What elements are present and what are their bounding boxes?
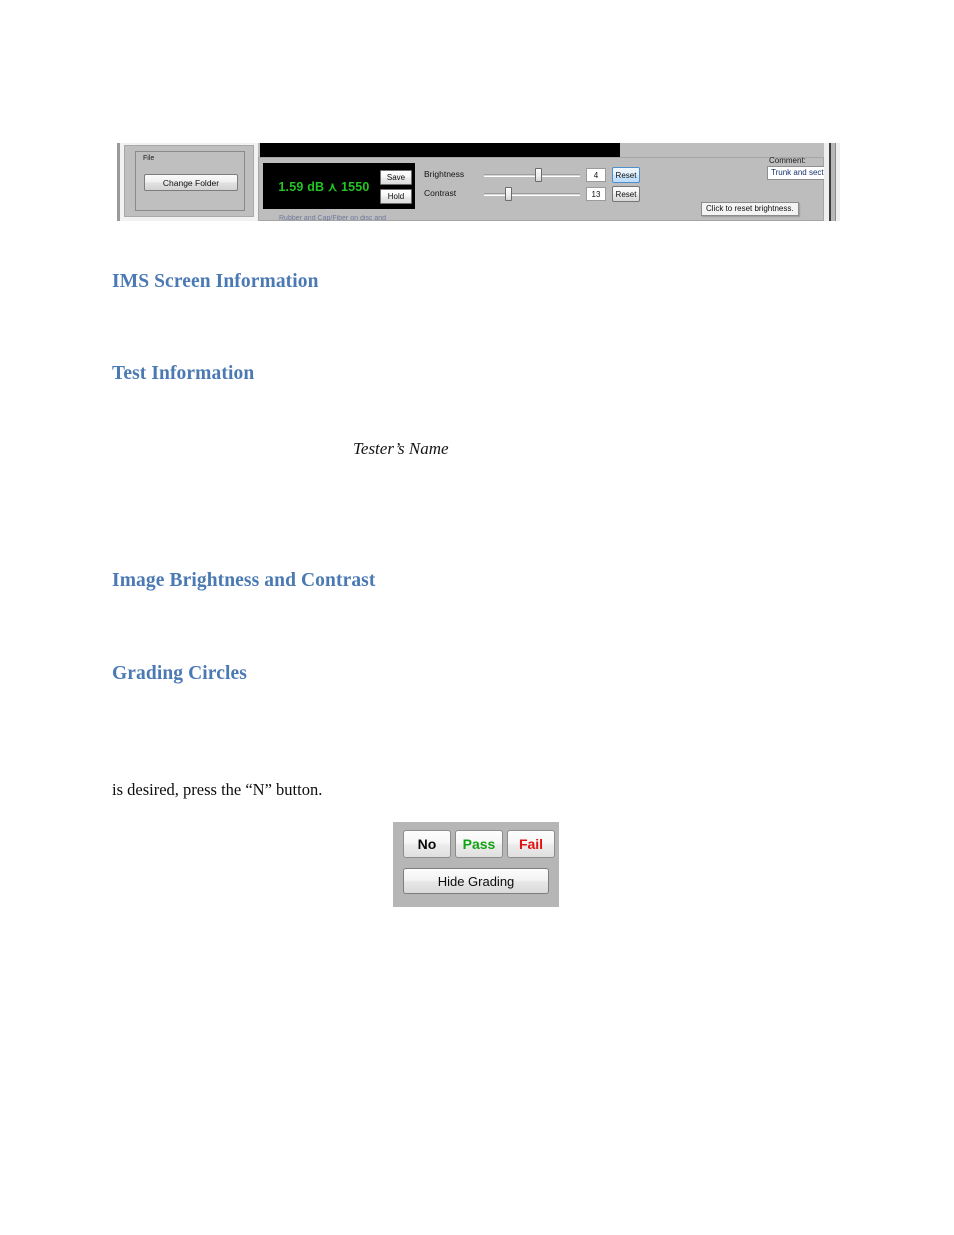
contrast-slider-thumb[interactable] [505,187,513,201]
hide-grading-button[interactable]: Hide Grading [403,868,549,894]
brightness-slider-track[interactable] [484,174,580,177]
contrast-slider[interactable] [484,186,580,202]
window-right-scrollbar-track[interactable] [829,143,836,221]
grade-no-button[interactable]: No [403,830,451,858]
measurement-readout: 1.59 dB ⋏ 1550 Save Hold [263,163,415,209]
brightness-slider-thumb[interactable] [534,168,542,182]
toolbar-screenshot-figure: File Change Folder 1.59 dB ⋏ 1550 Save H… [110,143,840,221]
comment-label: Comment: [769,156,806,165]
contrast-slider-track[interactable] [484,193,580,196]
testers-name-caption: Tester’s Name [353,439,449,458]
grade-fail-button[interactable]: Fail [507,830,555,858]
body-paragraph: is desired, press the “N” button. [112,780,323,799]
measurement-control-panel: 1.59 dB ⋏ 1550 Save Hold Brightness 4 Re… [258,143,840,221]
grade-pass-button[interactable]: Pass [455,830,503,858]
change-folder-button[interactable]: Change Folder [144,174,238,191]
heading-test-information: Test Information [112,363,255,384]
contrast-reset-button[interactable]: Reset [612,186,640,202]
brightness-reset-tooltip: Click to reset brightness. [701,202,799,216]
contrast-value-field[interactable]: 13 [586,187,606,201]
readout-value-text: 1.59 dB ⋏ 1550 [278,180,370,194]
control-panel-inner: 1.59 dB ⋏ 1550 Save Hold Brightness 4 Re… [258,156,840,221]
video-preview-strip [260,143,620,157]
hold-button[interactable]: Hold [380,189,412,204]
brightness-slider[interactable] [484,167,580,183]
heading-grading-circles: Grading Circles [112,663,247,684]
file-groupbox-title: File [141,154,157,163]
clipped-bottom-text: Rubber and Cap/Fiber on disc and [279,215,387,221]
grading-panel-figure: No Pass Fail Hide Grading [393,822,559,907]
file-groupbox: File Change Folder [135,151,245,211]
save-button[interactable]: Save [380,170,412,185]
heading-image-brightness-and-contrast: Image Brightness and Contrast [112,570,376,591]
grading-button-row: No Pass Fail [403,830,555,858]
window-left-scroll-rail[interactable] [110,143,120,221]
file-panel: File Change Folder [124,145,254,217]
brightness-reset-button[interactable]: Reset [612,167,640,183]
brightness-value-field[interactable]: 4 [586,168,606,182]
contrast-label: Contrast [424,188,457,198]
heading-ims-screen-information: IMS Screen Information [112,271,319,292]
brightness-label: Brightness [424,169,465,179]
window-right-scrollbar[interactable] [824,143,840,221]
